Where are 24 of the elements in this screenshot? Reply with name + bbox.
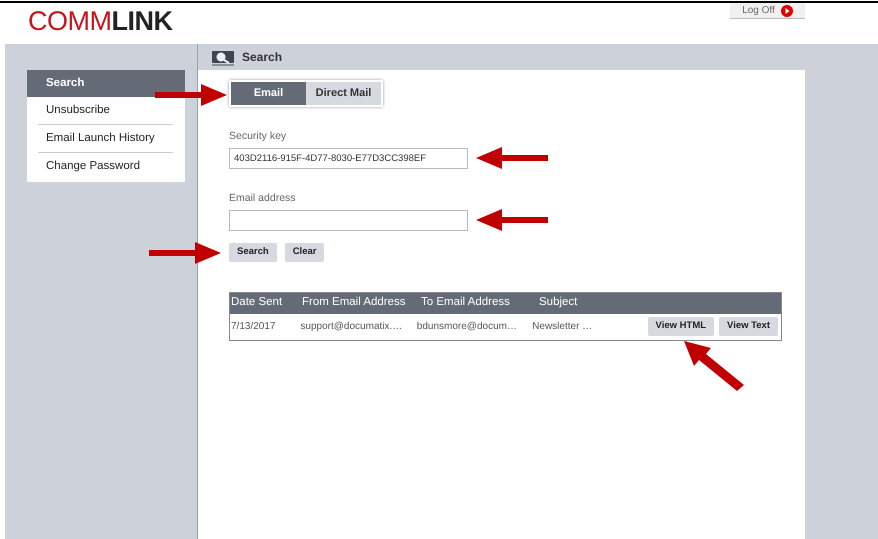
action-button[interactable]: Search: [229, 242, 277, 262]
tab[interactable]: Direct Mail: [306, 82, 381, 105]
action-button[interactable]: Clear: [284, 242, 324, 262]
sidebar-item[interactable]: Search: [27, 70, 185, 97]
column-header: To Email Address: [421, 295, 511, 310]
play-icon: [780, 4, 793, 16]
table-cell-text: Newsletter …: [532, 320, 594, 334]
column-header: Subject: [539, 295, 578, 310]
page-title: Search: [242, 49, 282, 66]
input-field[interactable]: 403D2116-915F-4D77-8030-E77D3CC398EF: [229, 148, 468, 169]
field-label: Security key: [229, 129, 288, 144]
field-label: Email address: [229, 190, 297, 206]
table-cell-text: 7/13/2017: [230, 320, 276, 334]
column-header: Date Sent: [230, 295, 284, 310]
action-button[interactable]: View Text: [719, 317, 778, 336]
tab[interactable]: Email: [231, 82, 306, 105]
column-header: From Email Address: [302, 295, 407, 310]
input-field[interactable]: [229, 210, 468, 230]
table-cell-text: bdunsmore@docum…: [416, 320, 518, 334]
search-icon: [212, 48, 234, 66]
logoff-button[interactable]: Log Off: [730, 3, 805, 19]
table-cell-text: support@documatix.…: [300, 320, 404, 334]
logo: COMMLINK: [28, 8, 172, 35]
action-button[interactable]: View HTML: [648, 317, 714, 336]
